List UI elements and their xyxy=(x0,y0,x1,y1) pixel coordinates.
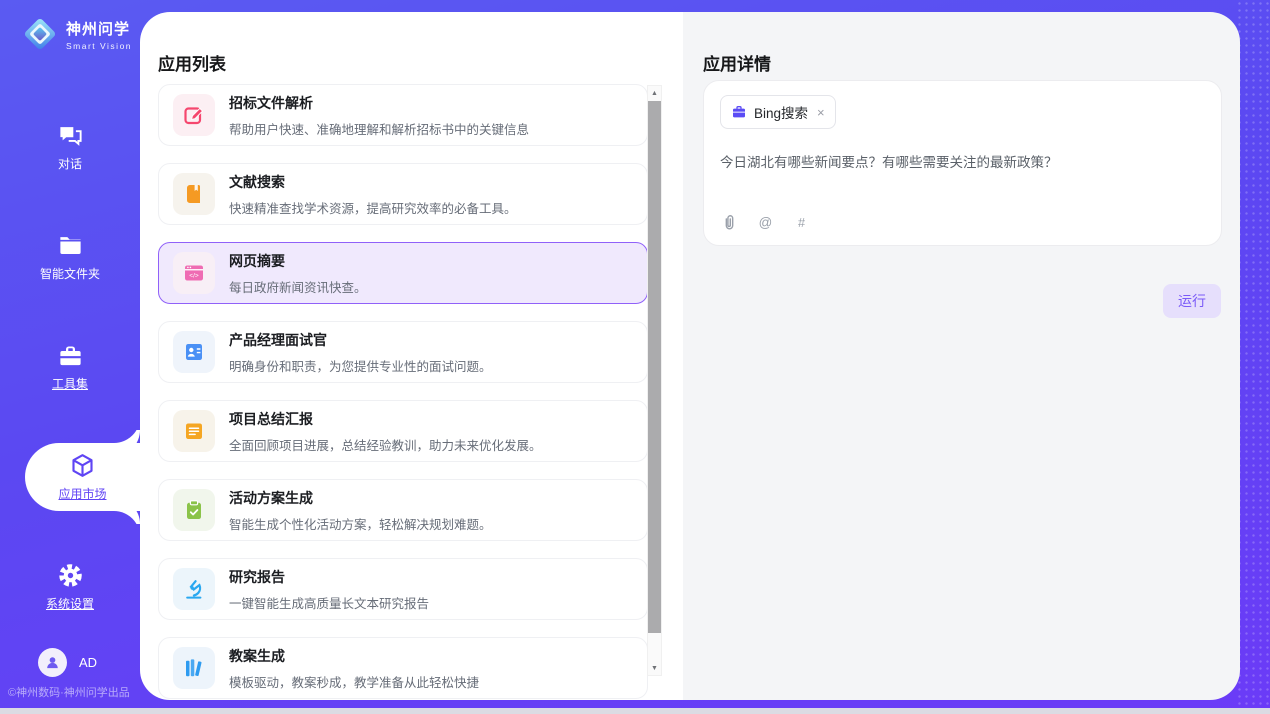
app-card-description: 智能生成个性化活动方案，轻松解决规划难题。 xyxy=(229,514,492,533)
app-card-5[interactable]: 活动方案生成智能生成个性化活动方案，轻松解决规划难题。 xyxy=(158,479,648,541)
app-card-description: 明确身份和职责，为您提供专业性的面试问题。 xyxy=(229,356,492,375)
mention-icon[interactable]: @ xyxy=(756,213,775,232)
prompt-card: Bing搜索 × 今日湖北有哪些新闻要点？有哪些需要关注的最新政策？ @# xyxy=(703,80,1222,246)
tag-close-icon[interactable]: × xyxy=(817,106,825,119)
svg-text:@: @ xyxy=(759,215,773,230)
attachment-icon[interactable] xyxy=(720,213,739,232)
folder-icon xyxy=(57,232,84,259)
app-list-panel: 应用列表 招标文件解析帮助用户快速、准确地理解和解析招标书中的关键信息文献搜索快… xyxy=(140,12,683,700)
brand-tagline: Smart Vision xyxy=(66,41,132,51)
app-frame: 神州问学 Smart Vision 对话智能文件夹工具集应用市场系统设置 AD … xyxy=(0,0,1270,708)
sidebar-nav: 对话智能文件夹工具集应用市场系统设置 xyxy=(0,92,140,642)
app-list: 招标文件解析帮助用户快速、准确地理解和解析招标书中的关键信息文献搜索快速精准查找… xyxy=(158,84,648,700)
app-detail-title: 应用详情 xyxy=(703,50,771,75)
scroll-down-icon[interactable]: ▼ xyxy=(648,661,661,675)
interviewer-icon xyxy=(173,331,215,373)
sidebar-pill[interactable]: 对话 xyxy=(0,113,140,181)
briefcase-icon xyxy=(731,104,747,120)
app-card-description: 快速精准查找学术资源，提高研究效率的必备工具。 xyxy=(229,198,517,217)
app-detail-panel: 应用详情 Bing搜索 × 今日湖北有哪些新闻要点？有哪些需要关注的最新政策？ … xyxy=(683,12,1240,700)
plan-icon xyxy=(173,489,215,531)
sidebar-item-label: 对话 xyxy=(58,155,82,172)
sidebar-item-4[interactable]: 系统设置 xyxy=(0,532,140,642)
copyright-text: ©神州数码·神州问学出品 xyxy=(8,684,130,700)
scrollbar[interactable]: ▲ ▼ xyxy=(647,85,662,676)
sidebar-item-2[interactable]: 工具集 xyxy=(0,312,140,422)
prompt-input[interactable]: 今日湖北有哪些新闻要点？有哪些需要关注的最新政策？ xyxy=(720,151,1205,171)
sidebar-item-3[interactable]: 应用市场 xyxy=(0,422,140,532)
sidebar-item-0[interactable]: 对话 xyxy=(0,92,140,202)
app-card-title: 产品经理面试官 xyxy=(229,330,492,350)
svg-text:#: # xyxy=(798,216,805,230)
app-card-title: 项目总结汇报 xyxy=(229,409,542,429)
sidebar-item-label: 系统设置 xyxy=(46,595,94,612)
app-card-title: 网页摘要 xyxy=(229,251,367,271)
user-row[interactable]: AD xyxy=(38,648,97,677)
logo: 神州问学 Smart Vision xyxy=(0,0,140,52)
app-card-6[interactable]: 研究报告一键智能生成高质量长文本研究报告 xyxy=(158,558,648,620)
app-card-3[interactable]: 产品经理面试官明确身份和职责，为您提供专业性的面试问题。 xyxy=(158,321,648,383)
hash-icon[interactable]: # xyxy=(792,213,811,232)
brand-name: 神州问学 xyxy=(66,18,132,39)
avatar[interactable] xyxy=(38,648,67,677)
book-icon xyxy=(173,173,215,215)
books-icon xyxy=(173,647,215,689)
edit-icon xyxy=(173,94,215,136)
tool-tag-label: Bing搜索 xyxy=(754,102,808,122)
sidebar-pill[interactable]: 工具集 xyxy=(0,333,140,401)
user-name: AD xyxy=(79,655,97,670)
browser-icon: </> xyxy=(173,252,215,294)
app-card-description: 模板驱动，教案秒成，教学准备从此轻松快捷 xyxy=(229,672,479,691)
tool-tag[interactable]: Bing搜索 × xyxy=(720,95,836,129)
composer-toolbar: @# xyxy=(720,213,811,232)
cube-icon xyxy=(69,452,96,479)
research-icon xyxy=(173,568,215,610)
run-button[interactable]: 运行 xyxy=(1163,284,1221,318)
app-card-description: 一键智能生成高质量长文本研究报告 xyxy=(229,593,429,612)
app-card-2[interactable]: </> 网页摘要每日政府新闻资讯快查。 xyxy=(158,242,648,304)
app-card-title: 招标文件解析 xyxy=(229,93,529,113)
app-card-description: 全面回顾项目进展，总结经验教训，助力未来优化发展。 xyxy=(229,435,542,454)
sidebar-pill[interactable]: 智能文件夹 xyxy=(0,223,140,291)
chat-icon xyxy=(57,122,84,149)
app-card-title: 教案生成 xyxy=(229,646,479,666)
app-card-title: 文献搜索 xyxy=(229,172,517,192)
app-card-description: 每日政府新闻资讯快查。 xyxy=(229,277,367,296)
app-list-title: 应用列表 xyxy=(158,50,226,75)
summary-icon xyxy=(173,410,215,452)
app-card-title: 研究报告 xyxy=(229,567,429,587)
gear-icon xyxy=(57,562,84,589)
sidebar: 神州问学 Smart Vision 对话智能文件夹工具集应用市场系统设置 AD … xyxy=(0,0,140,708)
app-card-title: 活动方案生成 xyxy=(229,488,492,508)
dot-texture xyxy=(1236,0,1270,708)
sidebar-item-label: 应用市场 xyxy=(58,485,106,502)
sidebar-item-1[interactable]: 智能文件夹 xyxy=(0,202,140,312)
scrollbar-thumb[interactable] xyxy=(648,101,661,633)
app-card-description: 帮助用户快速、准确地理解和解析招标书中的关键信息 xyxy=(229,119,529,138)
logo-icon xyxy=(22,16,58,52)
sidebar-pill[interactable]: 应用市场 xyxy=(25,443,140,511)
toolbox-icon xyxy=(57,342,84,369)
app-card-1[interactable]: 文献搜索快速精准查找学术资源，提高研究效率的必备工具。 xyxy=(158,163,648,225)
app-card-7[interactable]: 教案生成模板驱动，教案秒成，教学准备从此轻松快捷 xyxy=(158,637,648,699)
sidebar-item-label: 工具集 xyxy=(52,375,88,392)
sidebar-item-label: 智能文件夹 xyxy=(40,265,100,282)
sidebar-pill[interactable]: 系统设置 xyxy=(0,553,140,621)
svg-text:</>: </> xyxy=(189,273,199,280)
app-card-0[interactable]: 招标文件解析帮助用户快速、准确地理解和解析招标书中的关键信息 xyxy=(158,84,648,146)
app-card-4[interactable]: 项目总结汇报全面回顾项目进展，总结经验教训，助力未来优化发展。 xyxy=(158,400,648,462)
scroll-up-icon[interactable]: ▲ xyxy=(648,86,661,100)
